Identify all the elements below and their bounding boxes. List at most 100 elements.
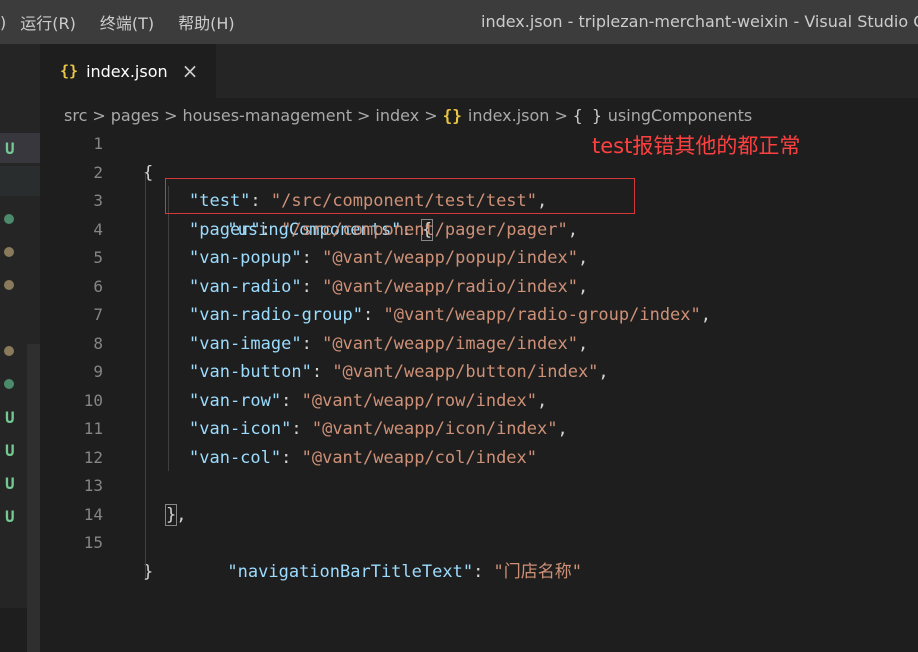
annotation-text: test报错其他的都正常 [592,134,801,158]
json-key: "navigationBarTitleText" [227,561,474,582]
code-line: "van-image": "@vant/weapp/image/index", [40,330,918,359]
json-comma: , [700,305,712,325]
code-line: "van-radio": "@vant/weapp/radio/index", [40,273,918,302]
breadcrumb-item-houses-management[interactable]: houses-management [182,106,352,125]
json-string: "/src/component/pager/pager" [281,219,568,240]
json-string: "@vant/weapp/row/index" [301,390,538,411]
json-colon: : [260,219,282,240]
object-symbol-icon: { } [572,105,602,125]
breadcrumb-item-pages[interactable]: pages [111,106,159,125]
json-file-icon: {} [60,62,79,80]
chevron-right-icon: > [164,105,178,125]
json-string: "@vant/weapp/radio-group/index" [383,305,701,325]
scm-file-row[interactable]: U [0,435,40,465]
git-status-dot-icon [4,280,14,290]
menu-item-partial[interactable]: ) [0,13,6,32]
code-line: "van-row": "@vant/weapp/row/index", [40,387,918,416]
breadcrumb-item-file[interactable]: index.json [468,106,550,125]
json-key: "van-image" [189,333,302,354]
git-status-dot-icon [4,379,14,389]
tab-index-json[interactable]: {} index.json × [40,44,216,98]
scm-file-row[interactable]: U [0,133,40,163]
code-line: "van-button": "@vant/weapp/button/index"… [40,358,918,387]
annotation-box [165,178,635,214]
breadcrumb-item-src[interactable]: src [64,106,87,125]
json-colon: : [281,390,302,411]
tab-label: index.json [86,61,168,81]
indent-guide [145,173,146,578]
json-string: "@vant/weapp/radio/index" [322,276,578,297]
untracked-status: U [5,407,15,427]
json-colon: : [301,333,323,354]
scm-file-row[interactable]: U [0,402,40,432]
menu-item-run[interactable]: 运行(R) [20,10,76,34]
json-colon: : [473,561,494,582]
code-line: "van-popup": "@vant/weapp/popup/index", [40,244,918,273]
code-line: "van-col": "@vant/weapp/col/index" [40,444,918,473]
scm-file-row[interactable] [0,336,40,366]
json-key: "van-icon" [189,419,292,439]
scm-file-row[interactable]: U [0,501,40,531]
json-colon: : [291,419,312,439]
json-colon: : [301,248,323,268]
editor-tab-bar: {} index.json × [40,44,918,98]
git-status-dot-icon [4,346,14,356]
json-string: "@vant/weapp/button/index" [332,362,599,382]
scm-file-row[interactable]: U [0,468,40,498]
json-key: "van-col" [189,447,282,468]
code-line: } [40,529,918,582]
json-string: "@vant/weapp/image/index" [322,333,578,354]
scm-file-row[interactable] [0,369,40,399]
json-string: "门店名称" [493,561,583,582]
json-string: "@vant/weapp/col/index" [301,447,538,468]
json-colon: : [301,276,323,297]
untracked-status: U [5,440,15,460]
code-line: "van-radio-group": "@vant/weapp/radio-gr… [40,301,918,330]
json-key: "pager" [189,219,261,240]
json-key: "van-radio-group" [189,305,363,325]
chevron-right-icon: > [554,105,568,125]
code-line: "navigationBarTitleText": "门店名称" [40,501,918,582]
json-colon: : [281,447,302,468]
untracked-status: U [5,506,15,526]
git-status-dot-icon [4,214,14,224]
json-string: "@vant/weapp/popup/index" [322,248,578,268]
untracked-status: U [5,138,15,158]
chevron-right-icon: > [424,105,438,125]
scm-file-row[interactable] [0,166,40,196]
breadcrumb: src > pages > houses-management > index … [64,100,752,130]
json-comma: , [577,248,589,268]
untracked-status: U [5,473,15,493]
json-key: "van-popup" [189,248,302,268]
scm-file-row[interactable] [0,204,40,234]
json-comma: , [598,362,609,382]
indent-guide [168,186,169,471]
json-comma: , [557,419,568,439]
window-title: index.json - triplezan-merchant-weixin -… [481,12,918,31]
code-line: }, [164,503,187,526]
scm-file-row[interactable] [0,270,40,300]
chevron-right-icon: > [357,105,371,125]
menu-item-help[interactable]: 帮助(H) [178,10,235,34]
close-icon[interactable]: × [182,59,199,83]
json-comma: , [577,333,589,354]
json-comma: , [537,390,548,411]
git-status-dot-icon [4,247,14,257]
json-colon: : [311,362,333,382]
json-comma: , [567,219,578,240]
json-comma: , [577,276,589,297]
code-line: "pager": "/src/component/pager/pager", [40,216,918,245]
breadcrumb-item-index[interactable]: index [375,106,419,125]
breadcrumb-item-symbol[interactable]: usingComponents [608,106,752,125]
code-line: "van-icon": "@vant/weapp/icon/index", [40,415,918,444]
json-file-icon: {} [442,105,462,125]
source-control-panel: U U U U U [0,44,40,652]
chevron-right-icon: > [92,105,106,125]
json-key: "van-radio" [189,276,302,297]
json-key: "van-button" [189,362,312,382]
menu-item-terminal[interactable]: 终端(T) [100,10,154,34]
scm-file-row[interactable] [0,237,40,267]
json-string: "@vant/weapp/icon/index" [311,419,558,439]
json-key: "van-row" [189,390,282,411]
json-colon: : [363,305,384,325]
